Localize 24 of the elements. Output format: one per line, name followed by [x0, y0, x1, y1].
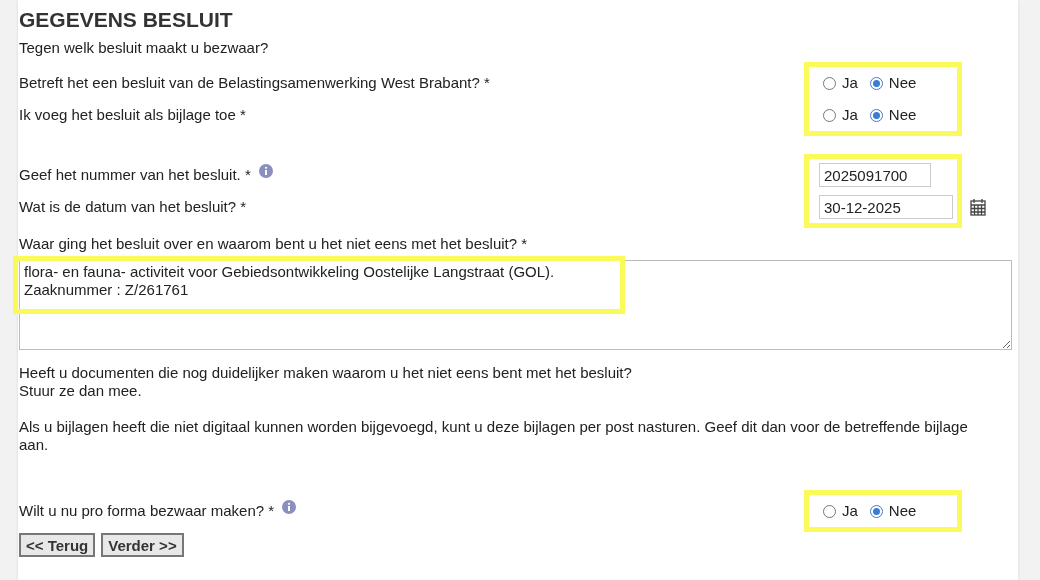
post-text: Als u bijlagen heeft die niet digitaal kunnen worden bijgevoegd, kunt u deze bijlagen per post nasturen. Geef dit dan voor de betreffende bijlage aan. — [19, 418, 969, 454]
radio-option[interactable]: Nee — [869, 103, 917, 127]
next-button[interactable]: Verder >> — [101, 533, 184, 557]
intro-text: Tegen welk besluit maakt u bezwaar? — [19, 37, 269, 58]
radio-option[interactable]: Ja — [823, 103, 858, 127]
section-heading: GEGEVENS BESLUIT — [19, 7, 234, 33]
question-label: Waar ging het besluit over en waarom bent u het niet eens met het besluit? * — [19, 233, 528, 254]
description-field[interactable]: flora- en fauna- activiteit voor Gebiedsontwikkeling Oostelijke Langstraat (GOL). Zaaknummer : Z/261761 — [19, 260, 1012, 350]
number-field[interactable]: 2025091700 — [819, 163, 931, 187]
question-label: Betreft het een besluit van de Belastingsamenwerking West Brabant? * — [19, 72, 490, 93]
radio-option[interactable]: Nee — [869, 71, 917, 95]
info-icon[interactable] — [282, 500, 297, 514]
calendar-icon[interactable] — [970, 198, 986, 216]
radio-option[interactable]: Ja — [823, 499, 858, 523]
question-label: Wilt u nu pro forma bezwaar maken? * — [19, 500, 275, 521]
radio-option[interactable]: Nee — [869, 499, 917, 523]
question-label: Ik voeg het besluit als bijlage toe * — [19, 104, 246, 125]
question-label: Wat is de datum van het besluit? * — [19, 196, 247, 217]
radio-option[interactable]: Ja — [823, 71, 858, 95]
documents-text: Heeft u documenten die nog duidelijker maken waarom u het niet eens bent met het besluit? Stuur ze dan mee. — [19, 364, 633, 400]
question-label: Geef het nummer van het besluit. * — [19, 164, 251, 185]
info-icon[interactable] — [258, 164, 273, 178]
back-button[interactable]: << Terug — [19, 533, 96, 557]
date-field[interactable]: 30-12-2025 — [819, 195, 953, 219]
